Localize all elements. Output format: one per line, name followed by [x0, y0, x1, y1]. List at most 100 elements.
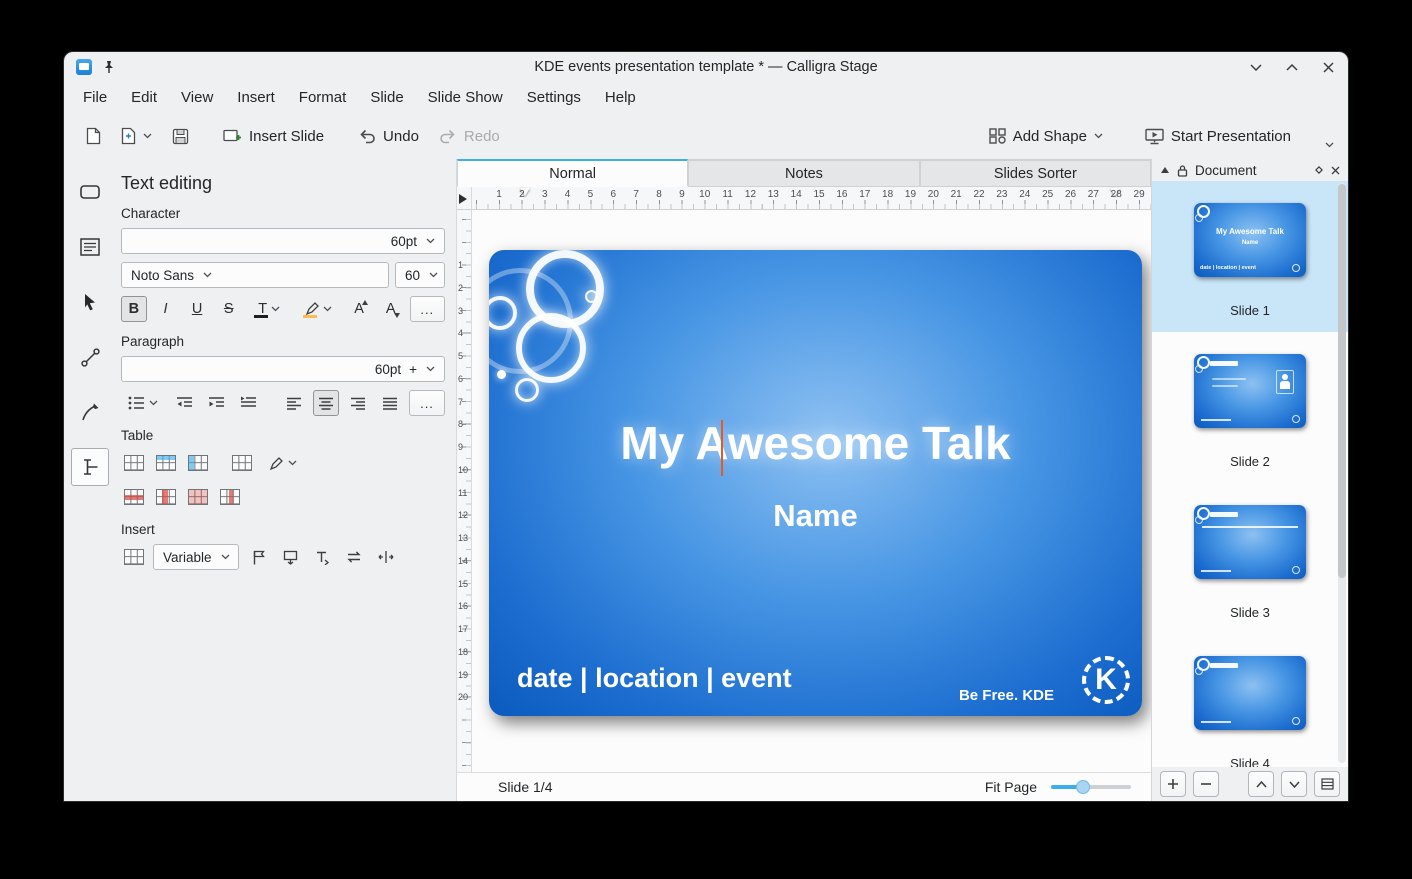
close-dock-icon[interactable] [1331, 166, 1340, 175]
start-presentation-button[interactable]: Start Presentation [1137, 121, 1299, 152]
delete-row-button[interactable] [121, 484, 147, 510]
font-size-combo[interactable]: 60 [395, 262, 445, 288]
menu-item-slide[interactable]: Slide [359, 85, 414, 110]
menu-item-insert[interactable]: Insert [226, 85, 286, 110]
add-slide-button[interactable] [1160, 771, 1186, 797]
pin-icon[interactable] [101, 59, 117, 75]
insert-spacing-button[interactable] [373, 544, 399, 570]
merge-cells-button[interactable] [185, 484, 211, 510]
vertical-ruler[interactable]: 1234567891011121314151617181920 [457, 210, 472, 772]
text-color-button[interactable]: T [248, 296, 291, 322]
insert-bookmark-button[interactable] [245, 544, 271, 570]
character-style-combo[interactable]: 60pt [121, 228, 445, 254]
first-line-indent-button[interactable] [235, 390, 261, 416]
menu-item-file[interactable]: File [72, 85, 118, 110]
slide-footer-textframe[interactable]: date | location | event [517, 663, 792, 694]
move-slide-down-button[interactable] [1281, 771, 1307, 797]
menu-item-settings[interactable]: Settings [516, 85, 592, 110]
insert-variable-grid-button[interactable] [121, 544, 147, 570]
thumbnail-scrollbar[interactable] [1338, 183, 1346, 763]
strikethrough-button[interactable]: S [216, 296, 242, 322]
undo-button[interactable]: Undo [350, 121, 427, 152]
superscript-button[interactable]: A [346, 296, 372, 322]
insert-column-left-button[interactable] [185, 450, 211, 476]
thumbnail-divider-line [1202, 526, 1298, 528]
open-document-button[interactable] [113, 120, 160, 152]
italic-button[interactable]: I [153, 296, 179, 322]
lock-icon[interactable] [1177, 164, 1188, 177]
increase-indent-button[interactable] [203, 390, 229, 416]
highlight-color-button[interactable] [297, 296, 340, 322]
insert-table-button[interactable] [121, 450, 147, 476]
menu-item-view[interactable]: View [170, 85, 224, 110]
line-height-combo[interactable]: 60pt + [121, 356, 445, 382]
slide-thumbnail-2[interactable]: Slide 2 [1152, 332, 1348, 483]
zoom-slider-handle[interactable] [1076, 780, 1090, 794]
slide-subtitle-textframe[interactable]: Name [489, 498, 1142, 534]
subscript-button[interactable]: A [378, 296, 404, 322]
save-button[interactable] [164, 121, 197, 152]
connection-tool-button[interactable] [71, 338, 109, 376]
table-borders-button[interactable] [229, 450, 255, 476]
align-justify-button[interactable] [377, 390, 403, 416]
paragraph-more-button[interactable]: ... [409, 390, 445, 416]
scrollbar-thumb[interactable] [1338, 184, 1346, 578]
toolbar-overflow-chevron[interactable] [1325, 142, 1334, 148]
close-icon[interactable] [1320, 59, 1336, 75]
align-right-button[interactable] [345, 390, 371, 416]
delete-column-button[interactable] [153, 484, 179, 510]
frame-tool-button[interactable] [71, 228, 109, 266]
select-tool-button[interactable] [71, 283, 109, 321]
bubble-decoration [516, 313, 586, 383]
add-shape-button[interactable]: Add Shape [981, 121, 1111, 152]
insert-slide-button[interactable]: Insert Slide [215, 121, 332, 152]
align-left-button[interactable] [281, 390, 307, 416]
slide-canvas[interactable]: My Awesome Talk Name date | location | e… [472, 210, 1151, 772]
character-more-button[interactable]: ... [410, 296, 446, 322]
table-border-pen-button[interactable] [261, 450, 305, 476]
menu-item-edit[interactable]: Edit [120, 85, 168, 110]
shade-icon[interactable] [1248, 59, 1264, 75]
zoom-slider[interactable] [1051, 779, 1131, 795]
dock-collapse-icon[interactable] [1160, 166, 1170, 174]
horizontal-ruler[interactable]: 1234567891011121314151617181920212223242… [472, 187, 1151, 210]
slides-overview-button[interactable] [1314, 771, 1340, 797]
menu-item-slide-show[interactable]: Slide Show [417, 85, 514, 110]
text-tool-button[interactable] [71, 448, 109, 486]
interaction-tool-button[interactable] [71, 173, 109, 211]
strikethrough-label: S [224, 301, 234, 317]
insert-swap-button[interactable] [341, 544, 367, 570]
list-style-button[interactable] [121, 390, 165, 416]
slide-title-textframe[interactable]: My Awesome Talk [489, 416, 1142, 470]
menu-item-format[interactable]: Format [288, 85, 358, 110]
align-center-button[interactable] [313, 390, 339, 416]
path-tool-button[interactable] [71, 393, 109, 431]
move-slide-up-button[interactable] [1248, 771, 1274, 797]
bold-button[interactable]: B [121, 296, 147, 322]
maximize-icon[interactable] [1284, 59, 1300, 75]
tab-notes[interactable]: Notes [688, 159, 919, 187]
font-family-combo[interactable]: Noto Sans [121, 262, 389, 288]
variable-select[interactable]: Variable [153, 544, 239, 570]
delete-slide-button[interactable] [1193, 771, 1219, 797]
insert-text-direction-button[interactable] [309, 544, 335, 570]
insert-frame-break-button[interactable] [277, 544, 303, 570]
float-dock-icon[interactable] [1314, 165, 1324, 175]
tab-normal[interactable]: Normal [457, 159, 688, 187]
zoom-mode-label[interactable]: Fit Page [985, 779, 1037, 795]
underline-button[interactable]: U [184, 296, 210, 322]
slide-thumbnail-1[interactable]: My Awesome TalkNamedate | location | eve… [1152, 181, 1348, 332]
ruler-number: 23 [996, 189, 1007, 200]
redo-button[interactable]: Redo [431, 121, 508, 152]
slide-thumbnail-3[interactable]: Slide 3 [1152, 483, 1348, 634]
menu-item-help[interactable]: Help [594, 85, 647, 110]
split-cells-button[interactable] [217, 484, 243, 510]
slide-thumbnail-4[interactable]: Slide 4 [1152, 634, 1348, 767]
line-height-plus[interactable]: + [409, 362, 417, 377]
insert-row-above-button[interactable] [153, 450, 179, 476]
tab-slides-sorter[interactable]: Slides Sorter [920, 159, 1151, 187]
titlebar[interactable]: KDE events presentation template * — Cal… [64, 52, 1348, 82]
slide-editing-surface[interactable]: My Awesome Talk Name date | location | e… [489, 250, 1142, 716]
new-document-button[interactable] [78, 120, 109, 152]
decrease-indent-button[interactable] [171, 390, 197, 416]
